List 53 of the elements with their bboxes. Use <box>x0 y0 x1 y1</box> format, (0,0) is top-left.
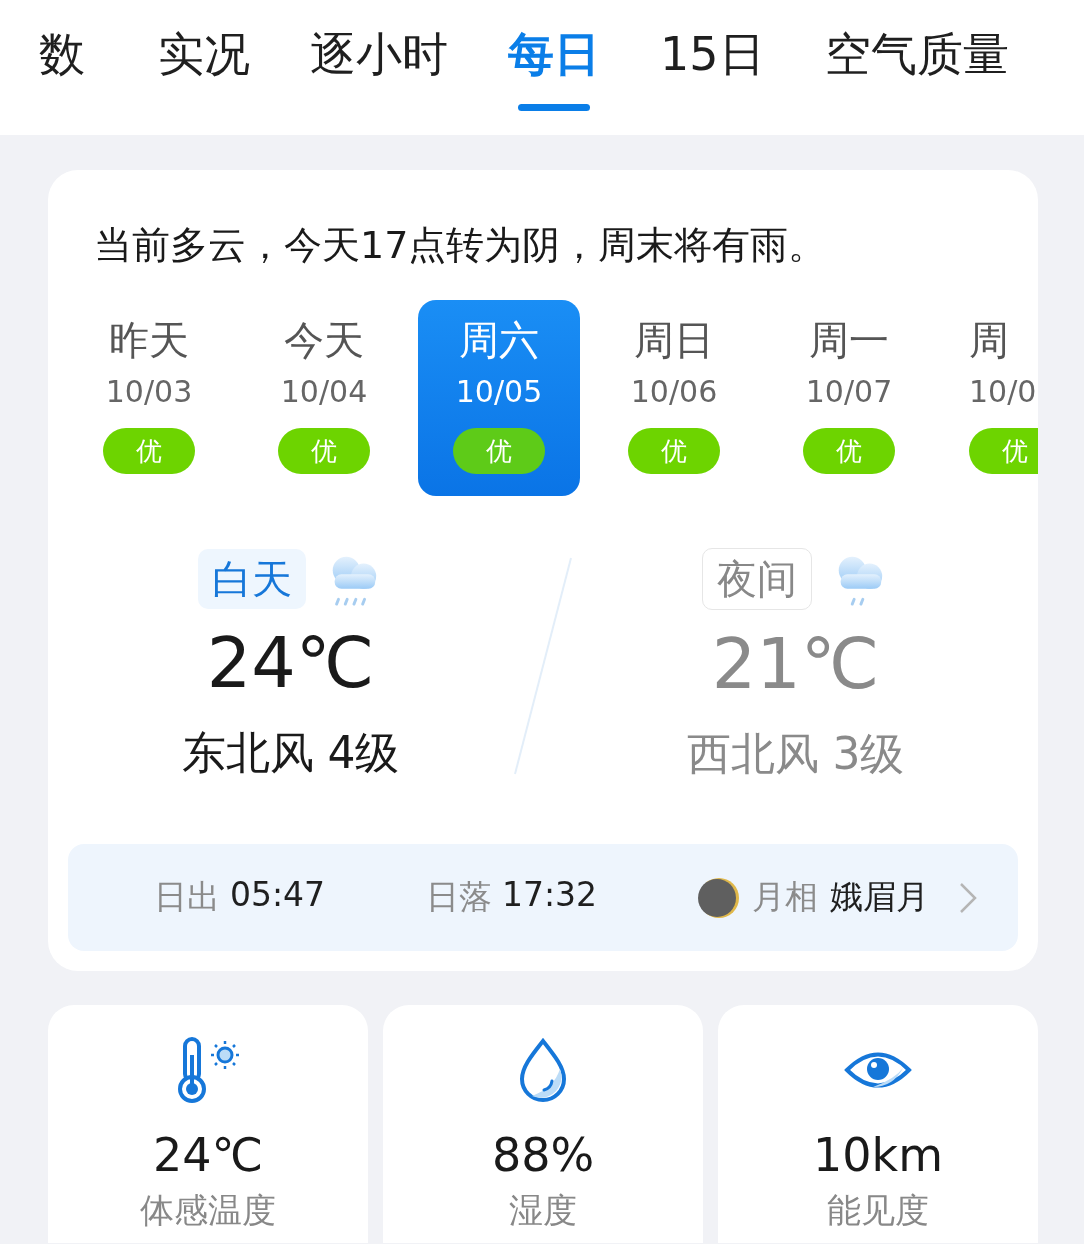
weekday-label: 今天 <box>284 316 364 364</box>
day-item[interactable]: 今天 10/04 优 <box>243 300 405 496</box>
day-item[interactable]: 昨天 10/03 优 <box>68 300 230 496</box>
air-quality-badge: 优 <box>803 428 895 474</box>
day-item[interactable]: 周 10/0 优 <box>943 300 1038 496</box>
weather-summary: 当前多云，今天17点转为阴，周末将有雨。 <box>93 222 828 269</box>
date-label: 10/07 <box>805 373 893 411</box>
weekday-label: 周一 <box>809 316 889 364</box>
tab[interactable]: 每日 <box>508 0 600 111</box>
air-quality-badge: 优 <box>103 428 195 474</box>
detail-label: 体感温度 <box>140 1189 276 1232</box>
air-quality-badge: 优 <box>278 428 370 474</box>
period-label: 夜间 <box>701 548 812 610</box>
detail-value: 10km <box>813 1127 943 1184</box>
date-label: 10/0 <box>969 373 1037 411</box>
sun-time-label: 日落 <box>426 876 492 918</box>
sun-time-value: 05:47 <box>230 875 326 916</box>
date-label: 10/04 <box>280 373 368 411</box>
detail-label: 湿度 <box>509 1189 577 1232</box>
tab[interactable]: 数 <box>26 0 98 111</box>
date-label: 10/06 <box>630 373 718 411</box>
day-item[interactable]: 周六 10/05 优 <box>418 300 580 496</box>
temperature: 21℃ <box>711 622 880 707</box>
tab[interactable]: 空气质量 <box>824 0 1009 111</box>
tab[interactable]: 逐小时 <box>310 0 448 111</box>
date-label: 10/03 <box>105 373 193 411</box>
air-quality-badge: 优 <box>969 428 1038 474</box>
sun-time-label: 日出 <box>154 876 220 918</box>
weekday-label: 周 <box>969 316 1009 364</box>
date-label: 10/05 <box>455 373 543 411</box>
day-item[interactable]: 周日 10/06 优 <box>593 300 755 496</box>
temperature: 24℃ <box>206 621 375 706</box>
air-quality-badge: 优 <box>453 428 545 474</box>
weekday-label: 周六 <box>459 316 539 364</box>
moon-icon <box>698 876 740 919</box>
weekday-label: 周日 <box>634 316 714 364</box>
detail-label: 能见度 <box>827 1189 929 1232</box>
sun-moon-bar[interactable]: 日出 05:47 日落 17:32 月相 娥眉月 <box>68 844 1018 951</box>
day-item[interactable]: 周一 10/07 优 <box>768 300 930 496</box>
moon-phase-value: 娥眉月 <box>830 876 929 918</box>
detail-value: 88% <box>491 1127 595 1184</box>
tab-indicator <box>518 104 590 111</box>
detail-value: 24℃ <box>152 1127 264 1184</box>
tab[interactable]: 实况 <box>158 0 250 111</box>
wind-label: 东北风 4级 <box>181 726 400 780</box>
period-label: 白天 <box>197 549 306 609</box>
air-quality-badge: 优 <box>628 428 720 474</box>
wind-label: 西北风 3级 <box>686 727 905 781</box>
chevron-right-icon <box>958 880 978 915</box>
moon-phase-label: 月相 <box>752 876 818 918</box>
weekday-label: 昨天 <box>109 316 189 364</box>
tab[interactable]: 15日 <box>660 0 765 111</box>
sun-time-value: 17:32 <box>502 875 598 916</box>
